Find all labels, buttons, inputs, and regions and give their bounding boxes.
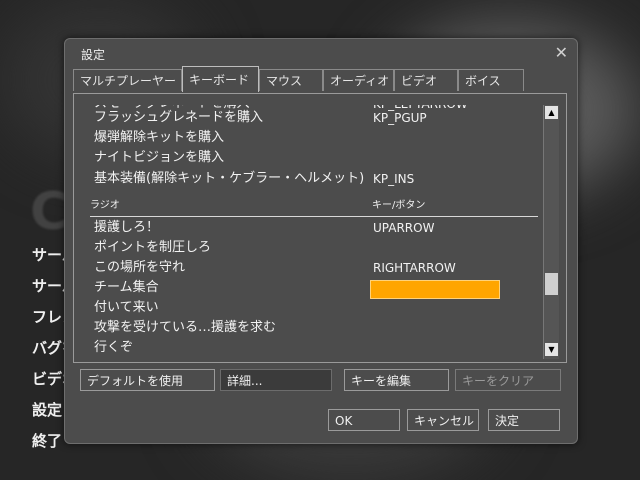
- tab-mouse[interactable]: マウス: [259, 69, 323, 91]
- key-label: RIGHTARROW: [373, 261, 456, 275]
- list-item[interactable]: フラッシュグレネードを購入 KP_PGUP: [80, 108, 542, 128]
- ok-button[interactable]: OK: [328, 409, 400, 431]
- key-label: KP_INS: [373, 172, 415, 186]
- use-defaults-button[interactable]: デフォルトを使用: [80, 369, 215, 391]
- action-label: 付いて来い: [94, 300, 159, 315]
- section-title: ラジオ: [90, 200, 120, 211]
- action-label: ナイトビジョンを購入: [94, 150, 225, 165]
- dialog-title: 設定: [81, 48, 106, 62]
- key-binding-list[interactable]: スモークグレネードを購入 KP_LEFTARROW フラッシュグレネードを購入 …: [80, 105, 542, 359]
- cancel-button[interactable]: キャンセル: [407, 409, 479, 431]
- section-divider: [90, 216, 538, 217]
- tab-keyboard[interactable]: キーボード: [182, 66, 259, 92]
- clear-key-button[interactable]: キーをクリア: [455, 369, 561, 391]
- tab-multiplayer[interactable]: マルチプレーヤー: [73, 69, 182, 91]
- list-item[interactable]: この場所を守れ RIGHTARROW: [80, 258, 542, 278]
- action-label: 援護しろ！: [94, 220, 160, 235]
- action-label: 攻撃を受けている…援護を求む: [94, 320, 277, 335]
- key-column-header: キー/ボタン: [372, 200, 426, 211]
- edit-key-button[interactable]: キーを編集: [344, 369, 449, 391]
- list-item[interactable]: 攻撃を受けている…援護を求む: [80, 318, 542, 338]
- action-label: ポイントを制圧しろ: [94, 240, 212, 255]
- scroll-down-icon[interactable]: ▼: [545, 343, 558, 356]
- list-item[interactable]: 基本装備(解除キット・ケブラー・ヘルメット) KP_INS: [80, 169, 542, 189]
- action-label: フラッシュグレネードを購入: [94, 110, 264, 125]
- list-scrollbar[interactable]: ▲ ▼: [543, 105, 559, 359]
- tab-audio[interactable]: オーディオ: [323, 69, 394, 91]
- list-item[interactable]: 行くぞ: [80, 338, 542, 358]
- action-label: 爆弾解除キットを購入: [94, 130, 225, 145]
- tab-video[interactable]: ビデオ: [394, 69, 458, 91]
- scrollbar-thumb[interactable]: [545, 273, 558, 295]
- action-label: 行くぞ: [94, 340, 134, 355]
- list-item[interactable]: ナイトビジョンを購入: [80, 148, 542, 168]
- action-label: チーム集合: [94, 280, 159, 295]
- section-header: ラジオ キー/ボタン: [80, 196, 542, 216]
- action-label: この場所を守れ: [94, 260, 186, 275]
- list-item[interactable]: 爆弾解除キットを購入: [80, 128, 542, 148]
- list-item[interactable]: 付いて来い: [80, 298, 542, 318]
- advanced-button[interactable]: 詳細...: [220, 369, 332, 391]
- list-item[interactable]: 援護しろ！ UPARROW: [80, 218, 542, 238]
- close-icon[interactable]: ✕: [555, 43, 568, 62]
- key-label: KP_PGUP: [373, 111, 427, 125]
- tab-voice[interactable]: ボイス: [458, 69, 524, 91]
- scroll-up-icon[interactable]: ▲: [545, 106, 558, 119]
- key-label: UPARROW: [373, 221, 435, 235]
- selected-list-item[interactable]: チーム集合: [80, 278, 542, 299]
- action-label: 基本装備(解除キット・ケブラー・ヘルメット): [94, 171, 365, 186]
- apply-button[interactable]: 決定: [488, 409, 560, 431]
- options-dialog: 設定 ✕ マルチプレーヤー キーボード マウス オーディオ ビデオ ボイス スモ…: [64, 38, 578, 444]
- key-capture-box[interactable]: [370, 280, 500, 299]
- list-item[interactable]: ポイントを制圧しろ: [80, 238, 542, 258]
